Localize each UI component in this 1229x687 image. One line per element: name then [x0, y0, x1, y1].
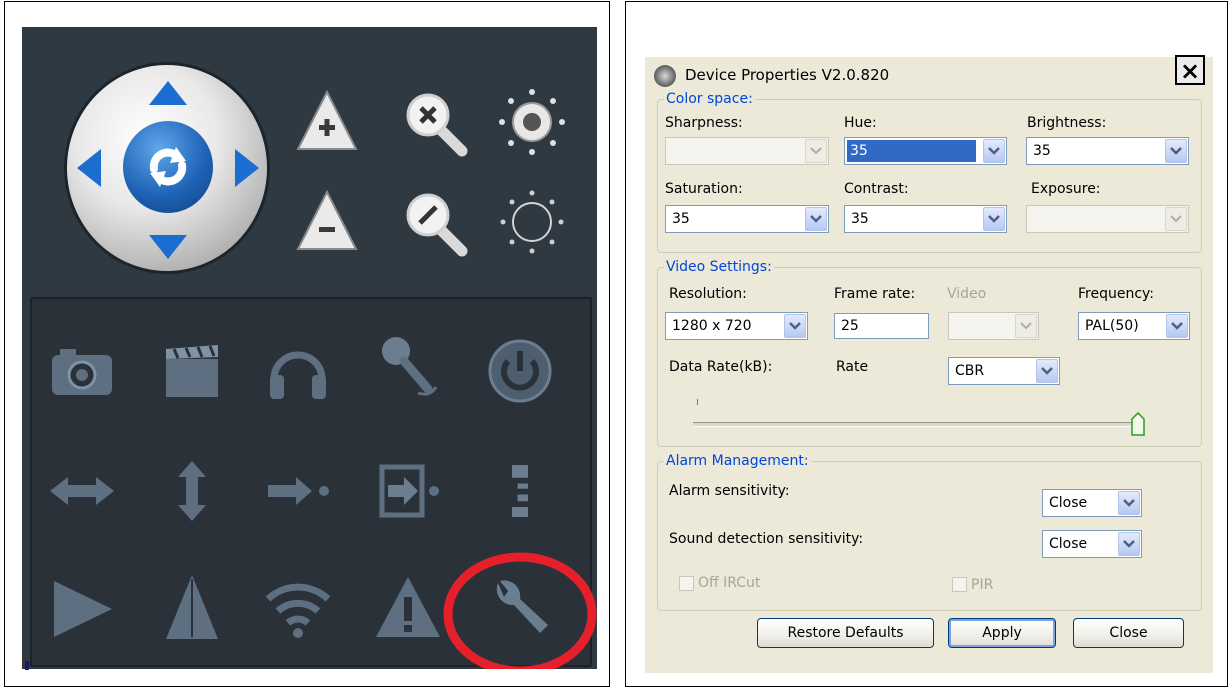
camera-control-panel: E — [22, 27, 597, 669]
focus-plus-icon[interactable] — [292, 87, 362, 157]
close-icon[interactable]: × — [1175, 55, 1205, 85]
rate-select[interactable]: CBR — [948, 357, 1060, 385]
chevron-down-icon[interactable] — [1118, 491, 1140, 515]
alarm-management-legend: Alarm Management: — [666, 453, 809, 469]
apply-button[interactable]: Apply — [948, 618, 1056, 648]
pan-down-arrow-icon[interactable] — [149, 235, 187, 259]
pir-checkbox[interactable] — [952, 577, 967, 592]
alarm-sensitivity-select[interactable]: Close — [1042, 489, 1142, 517]
restore-defaults-button[interactable]: Restore Defaults — [757, 618, 934, 648]
e-letter-icon[interactable]: E — [484, 455, 556, 527]
triangle-icon[interactable] — [156, 571, 228, 643]
resolution-label: Resolution: — [669, 286, 747, 302]
sound-detection-select[interactable]: Close — [1042, 530, 1142, 558]
clapperboard-icon[interactable] — [156, 335, 228, 407]
vertical-arrows-icon[interactable] — [156, 455, 228, 527]
wifi-icon[interactable] — [262, 571, 334, 643]
chevron-down-icon[interactable] — [1165, 139, 1187, 163]
zoom-out-icon[interactable] — [400, 187, 470, 257]
resolution-select[interactable]: 1280 x 720 — [665, 312, 808, 340]
chevron-down-icon[interactable] — [983, 207, 1005, 231]
chevron-down-icon — [1165, 207, 1187, 231]
focus-minus-icon[interactable] — [292, 187, 362, 257]
ptz-joystick[interactable] — [67, 65, 267, 271]
chevron-down-icon[interactable] — [805, 207, 827, 231]
alarm-sensitivity-label: Alarm sensitivity: — [669, 483, 790, 499]
exposure-select — [1026, 205, 1189, 233]
horizontal-arrows-icon[interactable] — [46, 455, 118, 527]
frequency-label: Frequency: — [1078, 286, 1155, 302]
chevron-down-icon[interactable] — [784, 314, 806, 338]
video-select — [948, 312, 1039, 340]
warning-icon[interactable] — [372, 571, 444, 643]
video-settings-legend: Video Settings: — [666, 259, 772, 275]
headphones-icon[interactable] — [262, 335, 334, 407]
contrast-select[interactable]: 35 — [844, 205, 1007, 233]
brightness-up-icon[interactable] — [497, 87, 567, 157]
sound-detection-label: Sound detection sensitivity: — [669, 531, 864, 547]
pan-left-arrow-icon[interactable] — [77, 149, 101, 187]
device-properties-dialog: Device Properties V2.0.820 × Color space… — [645, 55, 1213, 673]
slider-thumb[interactable] — [1131, 411, 1145, 436]
off-ircut-checkbox[interactable] — [679, 576, 694, 591]
camera-icon[interactable] — [46, 335, 118, 407]
pan-up-arrow-icon[interactable] — [149, 81, 187, 105]
data-rate-label: Data Rate(kB): — [669, 359, 773, 375]
brightness-down-icon[interactable] — [497, 187, 567, 257]
color-space-legend: Color space: — [666, 91, 753, 107]
sharpness-label: Sharpness: — [665, 115, 743, 131]
chevron-down-icon — [805, 139, 827, 163]
chevron-down-icon[interactable] — [1166, 314, 1188, 338]
chevron-down-icon — [1015, 314, 1037, 338]
cursor-mark — [25, 661, 29, 670]
exposure-label: Exposure: — [1031, 181, 1101, 197]
sharpness-select — [665, 137, 829, 165]
slider-tick — [697, 399, 698, 405]
close-button[interactable]: Close — [1073, 618, 1184, 648]
off-ircut-label: Off IRCut — [698, 575, 761, 591]
brightness-select[interactable]: 35 — [1026, 137, 1189, 165]
zoom-in-icon[interactable] — [400, 87, 470, 157]
chevron-down-icon[interactable] — [1118, 532, 1140, 556]
right-arrow-dot-icon[interactable] — [262, 455, 334, 527]
data-rate-slider[interactable] — [693, 422, 1143, 427]
app-icon — [654, 65, 676, 87]
chevron-down-icon[interactable] — [1036, 359, 1058, 383]
rate-label: Rate — [836, 359, 869, 375]
svg-text:E: E — [506, 471, 533, 517]
highlight-circle — [443, 552, 597, 669]
brightness-label: Brightness: — [1027, 115, 1107, 131]
hue-label: Hue: — [844, 115, 877, 131]
video-label: Video — [947, 286, 987, 302]
pan-right-arrow-icon[interactable] — [235, 149, 259, 187]
frame-rate-label: Frame rate: — [834, 286, 916, 302]
frequency-select[interactable]: PAL(50) — [1078, 312, 1190, 340]
hue-select[interactable]: 35 — [844, 137, 1007, 165]
saturation-select[interactable]: 35 — [665, 205, 829, 233]
microphone-icon[interactable] — [372, 329, 444, 401]
pir-label: PIR — [971, 577, 994, 593]
dialog-title: Device Properties V2.0.820 — [685, 66, 890, 84]
flag-right-icon[interactable] — [46, 571, 118, 643]
frame-rate-input[interactable]: 25 — [834, 313, 929, 339]
power-icon[interactable] — [484, 335, 556, 407]
contrast-label: Contrast: — [844, 181, 909, 197]
chevron-down-icon[interactable] — [983, 139, 1005, 163]
enter-arrow-icon[interactable] — [372, 455, 444, 527]
pan-tilt-refresh-icon[interactable] — [123, 121, 213, 213]
saturation-label: Saturation: — [665, 181, 743, 197]
